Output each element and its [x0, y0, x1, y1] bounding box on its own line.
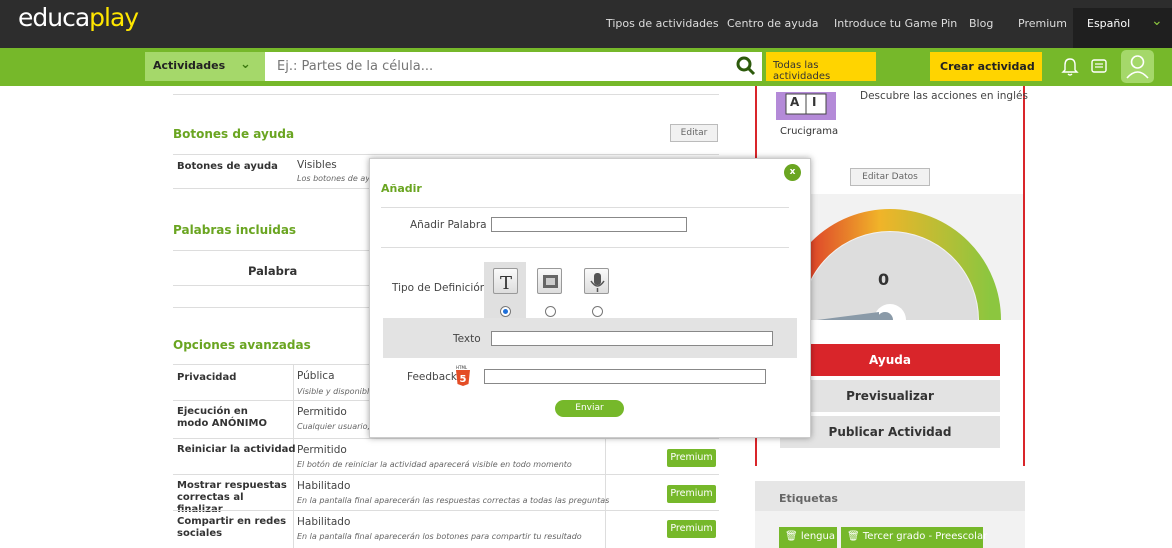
- svg-text:HTML: HTML: [456, 365, 468, 370]
- add-word-input[interactable]: [491, 217, 687, 232]
- help-section-title: Botones de ayuda: [173, 127, 295, 141]
- divider: [173, 94, 719, 95]
- divider: [173, 438, 719, 439]
- help-buttons-desc: Los botones de ayu: [297, 174, 376, 183]
- text-T-icon[interactable]: T: [493, 268, 518, 294]
- link-premium[interactable]: Premium: [1018, 17, 1067, 30]
- type-image-radio[interactable]: [545, 306, 556, 317]
- divider: [381, 247, 789, 248]
- link-blog[interactable]: Blog: [969, 17, 993, 30]
- divider: [381, 207, 789, 208]
- bell-icon[interactable]: [1060, 56, 1080, 78]
- top-bar: [0, 0, 1172, 48]
- gauge-value: 0: [878, 270, 890, 289]
- trash-icon[interactable]: 🗑: [785, 531, 798, 542]
- show-answers-desc: En la pantalla final aparecerán las resp…: [297, 496, 610, 505]
- tag-label: Tercer grado - Preescolar: [862, 531, 988, 542]
- privacy-desc: Visible y disponible: [297, 387, 375, 396]
- show-answers-value: Habilitado: [297, 480, 351, 492]
- messages-icon[interactable]: [1089, 56, 1109, 78]
- help-button[interactable]: Ayuda: [780, 344, 1000, 376]
- chevron-down-icon: ⌄: [1151, 13, 1163, 29]
- help-buttons-label: Botones de ayuda: [177, 161, 278, 172]
- logo-part2: play: [89, 3, 139, 32]
- advanced-section-title: Opciones avanzadas: [173, 338, 311, 352]
- puzzle-letter: I: [812, 95, 817, 109]
- html5-icon: HTML 5: [456, 365, 470, 386]
- create-activity-button[interactable]: Crear actividad: [930, 52, 1042, 81]
- activity-type: Crucigrama: [780, 126, 839, 137]
- modal-title: Añadir: [381, 182, 422, 195]
- activity-description: Descubre las acciones en inglés: [860, 90, 1028, 102]
- svg-text:5: 5: [460, 374, 467, 385]
- activities-dropdown[interactable]: Actividades ⌄: [145, 52, 265, 81]
- user-icon: [1126, 55, 1149, 79]
- submit-button[interactable]: Enviar: [555, 400, 624, 417]
- image-icon[interactable]: [537, 268, 562, 294]
- link-centro-ayuda[interactable]: Centro de ayuda: [727, 17, 818, 30]
- divider: [173, 510, 719, 511]
- definition-type-label: Tipo de Definición: [392, 282, 487, 294]
- add-word-modal: [369, 158, 811, 438]
- link-tipos-actividades[interactable]: Tipos de actividades: [606, 17, 719, 30]
- activities-label: Actividades: [153, 59, 226, 72]
- preview-button[interactable]: Previsualizar: [780, 380, 1000, 412]
- trash-icon[interactable]: 🗑: [847, 531, 860, 542]
- text-label: Texto: [453, 333, 481, 345]
- logo-part1: educa: [18, 3, 90, 32]
- user-avatar[interactable]: [1121, 50, 1154, 83]
- tag-chip[interactable]: 🗑 Tercer grado - Preescolar: [841, 527, 987, 548]
- add-word-label: Añadir Palabra: [410, 219, 487, 231]
- type-text-radio[interactable]: [500, 306, 511, 317]
- premium-badge[interactable]: Premium: [667, 485, 716, 503]
- premium-badge[interactable]: Premium: [667, 520, 716, 538]
- word-column-header: Palabra: [248, 264, 298, 278]
- share-social-value: Habilitado: [297, 516, 351, 528]
- anonymous-mode-desc: Cualquier usuario, a: [297, 422, 378, 431]
- feedback-input[interactable]: [484, 369, 766, 384]
- words-section-title: Palabras incluidas: [173, 223, 297, 237]
- column-divider: [293, 364, 294, 548]
- privacy-value: Pública: [297, 370, 335, 382]
- help-buttons-value: Visibles: [297, 159, 337, 171]
- divider: [173, 474, 719, 475]
- restart-value: Permitido: [297, 444, 347, 456]
- close-button[interactable]: x: [784, 164, 801, 181]
- all-activities-button[interactable]: Todas las actividades: [766, 52, 876, 82]
- divider: [173, 154, 719, 155]
- crossword-thumbnail: [776, 92, 836, 120]
- restart-desc: El botón de reiniciar la actividad apare…: [297, 460, 572, 469]
- svg-text:T: T: [500, 273, 512, 294]
- puzzle-letter: A: [790, 95, 800, 109]
- privacy-label: Privacidad: [177, 372, 237, 383]
- tag-label: lengua: [800, 531, 835, 542]
- chevron-down-icon: ⌄: [240, 57, 251, 72]
- link-game-pin[interactable]: Introduce tu Game Pin: [834, 17, 957, 30]
- language-label: Español: [1087, 17, 1131, 30]
- educaplay-logo[interactable]: educaplay: [18, 3, 139, 32]
- language-selector[interactable]: Español ⌄: [1073, 8, 1172, 48]
- publish-button[interactable]: Publicar Actividad: [780, 416, 1000, 448]
- share-social-desc: En la pantalla final aparecerán los boto…: [297, 532, 582, 541]
- feedback-label: Feedback: [407, 371, 458, 383]
- type-audio-radio[interactable]: [592, 306, 603, 317]
- restart-label: Reiniciar la actividad: [177, 444, 296, 455]
- tag-chip[interactable]: 🗑 lengua: [779, 527, 837, 548]
- text-input[interactable]: [491, 331, 773, 346]
- anonymous-mode-label: Ejecución en modo ANÓNIMO: [177, 406, 267, 429]
- edit-button[interactable]: Editar: [670, 124, 718, 142]
- search-icon[interactable]: [734, 54, 758, 78]
- edit-data-button[interactable]: Editar Datos: [850, 168, 930, 186]
- premium-badge[interactable]: Premium: [667, 449, 716, 467]
- microphone-icon[interactable]: [584, 268, 609, 294]
- share-social-label: Compartir en redes sociales: [177, 516, 287, 539]
- tags-title: Etiquetas: [779, 492, 838, 505]
- search-input[interactable]: [265, 52, 762, 81]
- anonymous-mode-value: Permitido: [297, 406, 347, 418]
